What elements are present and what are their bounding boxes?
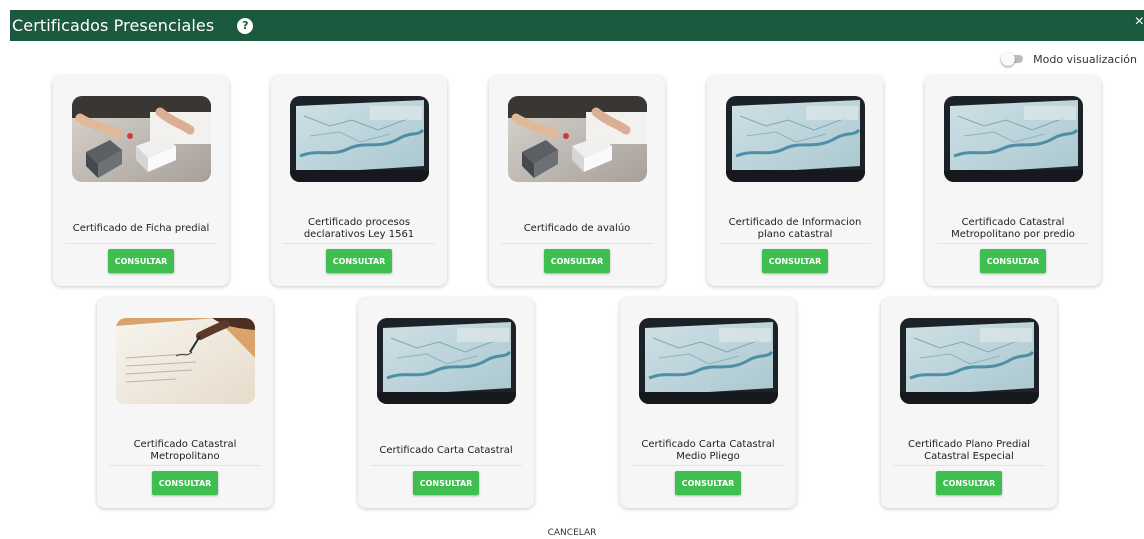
consultar-button[interactable]: CONSULTAR bbox=[762, 249, 828, 273]
certificate-card: Certificado de Informacion plano catastr… bbox=[707, 76, 883, 286]
toggle-knob bbox=[1001, 52, 1016, 66]
card-divider bbox=[65, 243, 217, 244]
certificate-image bbox=[900, 318, 1039, 404]
view-mode-toggle[interactable] bbox=[1001, 52, 1025, 66]
consultar-button[interactable]: CONSULTAR bbox=[544, 249, 610, 273]
consultar-button[interactable]: CONSULTAR bbox=[326, 249, 392, 273]
certificate-card: Certificado Catastral Metropolitano por … bbox=[925, 76, 1101, 286]
certificate-card: Certificado Carta Catastral Medio Pliego… bbox=[620, 298, 796, 508]
card-divider bbox=[632, 465, 784, 466]
consultar-button[interactable]: CONSULTAR bbox=[675, 471, 741, 495]
certificate-card: Certificado Catastral Metropolitano CONSU… bbox=[97, 298, 273, 508]
certificate-image bbox=[116, 318, 255, 404]
certificate-image bbox=[508, 96, 647, 182]
certificate-title: Certificado Plano Predial Catastral Espe… bbox=[907, 439, 1031, 462]
certificate-image bbox=[639, 318, 778, 404]
certificate-title: Certificado de avalúo bbox=[523, 223, 631, 234]
consultar-button[interactable]: CONSULTAR bbox=[152, 471, 218, 495]
card-divider bbox=[893, 465, 1045, 466]
card-divider bbox=[501, 243, 653, 244]
certificate-card: Certificado de Ficha predial CONSULTAR bbox=[53, 76, 229, 286]
dialog-title: Certificados Presenciales bbox=[12, 16, 215, 35]
card-divider bbox=[109, 465, 261, 466]
certificate-card: Certificado procesos declarativos Ley 15… bbox=[271, 76, 447, 286]
certificate-image bbox=[726, 96, 865, 182]
certificate-title: Certificado Catastral Metropolitano bbox=[133, 439, 237, 462]
certificate-image bbox=[72, 96, 211, 182]
consultar-button[interactable]: CONSULTAR bbox=[108, 249, 174, 273]
certificate-title: Certificado Carta Catastral Medio Pliego bbox=[641, 439, 775, 462]
cancel-button[interactable]: CANCELAR bbox=[539, 522, 605, 539]
close-icon[interactable]: × bbox=[1135, 14, 1144, 30]
consultar-button[interactable]: CONSULTAR bbox=[936, 471, 1002, 495]
certificate-card: Certificado de avalúo CONSULTAR bbox=[489, 76, 665, 286]
view-mode-toggle-group: Modo visualización bbox=[1001, 52, 1137, 66]
certificate-card: Certificado Carta Catastral CONSULTAR bbox=[358, 298, 534, 508]
certificate-title: Certificado de Informacion plano catastr… bbox=[728, 217, 862, 240]
consultar-button[interactable]: CONSULTAR bbox=[413, 471, 479, 495]
certificate-image bbox=[377, 318, 516, 404]
card-divider bbox=[370, 465, 522, 466]
certificate-image bbox=[290, 96, 429, 182]
certificate-title: Certificado de Ficha predial bbox=[72, 223, 210, 234]
card-divider bbox=[719, 243, 871, 244]
certificate-title: Certificado Carta Catastral bbox=[379, 445, 513, 456]
certificate-card: Certificado Plano Predial Catastral Espe… bbox=[881, 298, 1057, 508]
consultar-button[interactable]: CONSULTAR bbox=[980, 249, 1046, 273]
certificate-title: Certificado Catastral Metropolitano por … bbox=[951, 217, 1075, 240]
view-mode-label: Modo visualización bbox=[1033, 52, 1137, 66]
question-circle-icon[interactable]: ? bbox=[237, 17, 254, 34]
certificate-title: Certificado procesos declarativos Ley 15… bbox=[303, 217, 415, 240]
card-divider bbox=[937, 243, 1089, 244]
dialog-header: Certificados Presenciales ? × bbox=[10, 10, 1144, 41]
card-divider bbox=[283, 243, 435, 244]
certificate-image bbox=[944, 96, 1083, 182]
